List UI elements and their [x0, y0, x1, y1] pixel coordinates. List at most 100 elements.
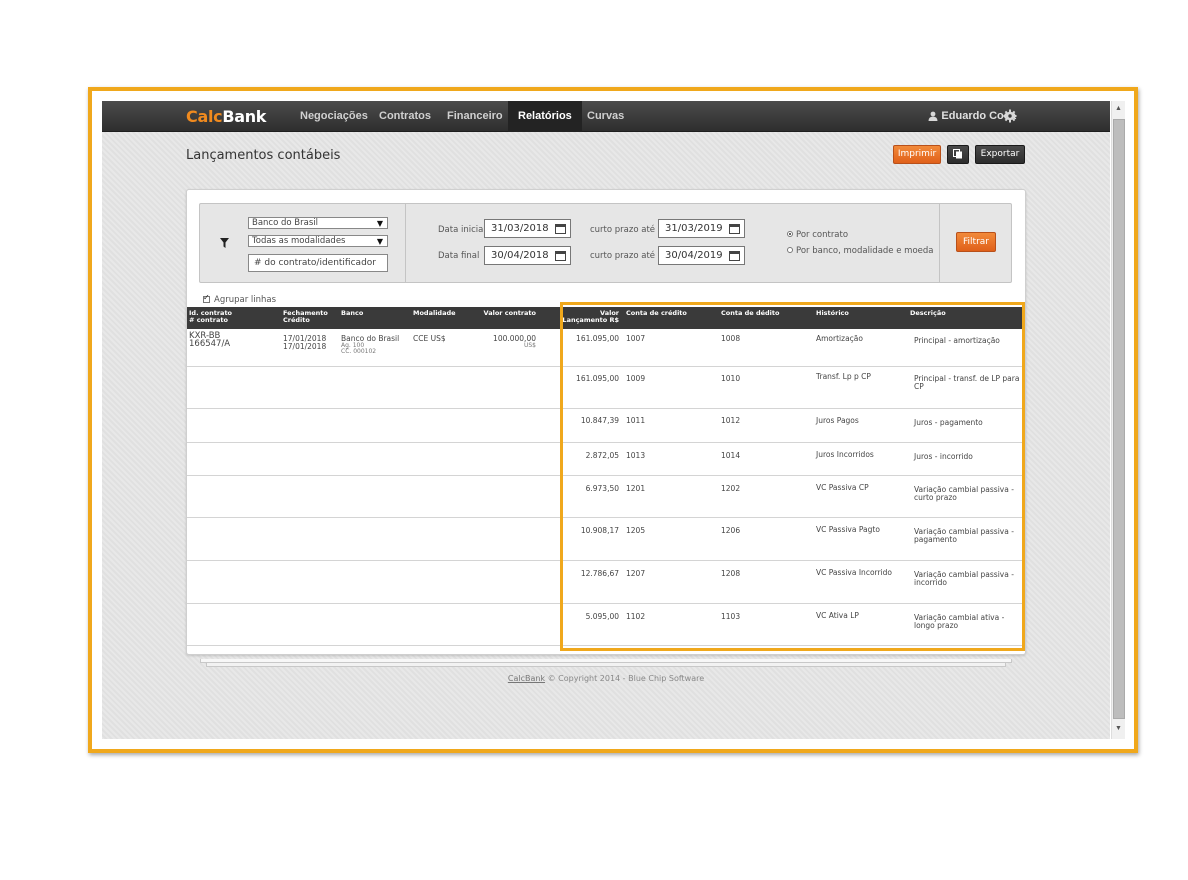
- short-term-label-1: curto prazo até: [590, 225, 656, 235]
- entry-credit-account: 1102: [626, 612, 646, 621]
- contract-account: CC. 000102: [341, 348, 377, 355]
- entry-debit-account: 1012: [721, 416, 741, 425]
- nav-curvas[interactable]: Curvas: [577, 101, 634, 132]
- entry-description: Variação cambial passiva - pagamento: [914, 527, 1014, 544]
- credit-date: 17/01/2018: [283, 342, 327, 351]
- table-row-divider: [187, 603, 1025, 604]
- end-date-label: Data final: [438, 251, 480, 261]
- th-entry-value[interactable]: Valor Lançamento R$: [557, 310, 619, 324]
- app-window: CalcBank Negociações Contratos Financeir…: [102, 101, 1110, 739]
- filter-button[interactable]: Filtrar: [956, 232, 996, 252]
- table-header: Id. contrato # contrato Fechamento Crédito…: [187, 307, 1025, 329]
- group-rows-label: Agrupar linhas: [214, 295, 277, 305]
- filter-funnel-icon: [220, 238, 229, 248]
- end-date-input[interactable]: 30/04/2018: [484, 246, 571, 265]
- nav-negociacoes[interactable]: Negociações: [290, 101, 378, 132]
- th-debit-account[interactable]: Conta de dédito: [721, 310, 779, 317]
- nav-financeiro[interactable]: Financeiro: [437, 101, 513, 132]
- nav-contratos[interactable]: Contratos: [369, 101, 441, 132]
- entry-credit-account: 1007: [626, 334, 646, 343]
- table-row-divider: [187, 408, 1025, 409]
- footer-link[interactable]: CalcBank: [508, 674, 545, 683]
- short-term-value-1: 31/03/2019: [665, 223, 723, 234]
- table-row-divider: [187, 442, 1025, 443]
- copy-button[interactable]: [947, 145, 969, 164]
- print-button[interactable]: Imprimir: [893, 145, 941, 164]
- entry-history: Juros Incorridos: [816, 450, 874, 459]
- group-rows-checkbox[interactable]: Agrupar linhas: [203, 293, 277, 305]
- gear-icon[interactable]: [1003, 109, 1017, 123]
- scroll-up-arrow-icon[interactable]: ▲: [1115, 105, 1122, 112]
- filter-panel: Banco do Brasil ▼ Todas as modalidades ▼…: [199, 203, 1012, 283]
- brand-logo[interactable]: CalcBank: [186, 107, 266, 126]
- end-date-value: 30/04/2018: [491, 250, 549, 261]
- th-credit-account[interactable]: Conta de crédito: [626, 310, 687, 317]
- entry-description: Principal - amortização: [914, 336, 1000, 345]
- entry-value: 12.786,67: [580, 569, 619, 578]
- calendar-icon[interactable]: [555, 251, 566, 261]
- bank-select[interactable]: Banco do Brasil ▼: [248, 217, 388, 229]
- entry-description: Juros - incorrido: [914, 452, 973, 461]
- entry-history: VC Ativa LP: [816, 611, 859, 620]
- table-row-divider: [187, 560, 1025, 561]
- paper-stack-bottom: [206, 663, 1006, 667]
- entry-value: 2.872,05: [585, 451, 619, 460]
- entry-debit-account: 1010: [721, 374, 741, 383]
- radio-by-bank-label: Por banco, modalidade e moeda: [796, 246, 934, 256]
- top-navbar: CalcBank Negociações Contratos Financeir…: [102, 101, 1110, 132]
- vertical-scrollbar[interactable]: ▲ ▼: [1111, 101, 1125, 739]
- entry-history: Juros Pagos: [816, 416, 859, 425]
- modality-select-arrow-icon: ▼: [376, 237, 383, 246]
- copy-icon: [953, 149, 962, 159]
- entry-debit-account: 1014: [721, 451, 741, 460]
- paper-stack-middle: [200, 659, 1012, 663]
- th-contract-value[interactable]: Valor contrato: [475, 310, 536, 317]
- entry-history: Amortização: [816, 334, 863, 343]
- contract-input[interactable]: # do contrato/identificador: [248, 254, 388, 272]
- table-row-divider: [187, 645, 1025, 646]
- th-contract-id[interactable]: Id. contrato # contrato: [189, 310, 232, 324]
- entry-history: VC Passiva CP: [816, 483, 869, 492]
- radio-by-bank[interactable]: Por banco, modalidade e moeda: [787, 246, 933, 256]
- th-closing[interactable]: Fechamento Crédito: [283, 310, 328, 324]
- short-term-value-2: 30/04/2019: [665, 250, 723, 261]
- th-modality[interactable]: Modalidade: [413, 310, 456, 317]
- entry-description: Variação cambial passiva - incorrido: [914, 570, 1014, 587]
- entry-description: Variação cambial passiva - curto prazo: [914, 485, 1014, 502]
- short-term-input-2[interactable]: 30/04/2019: [658, 246, 745, 265]
- bank-select-arrow-icon: ▼: [376, 219, 383, 228]
- entry-description: Variação cambial ativa - longo prazo: [914, 613, 1005, 630]
- footer: CalcBank © Copyright 2014 - Blue Chip So…: [102, 674, 1110, 683]
- entry-debit-account: 1208: [721, 569, 741, 578]
- table-row-divider: [187, 475, 1025, 476]
- nav-relatorios[interactable]: Relatórios: [508, 101, 582, 132]
- calendar-icon[interactable]: [729, 224, 740, 234]
- filter-divider-1: [405, 204, 406, 282]
- contract-modality: CCE US$: [413, 334, 446, 343]
- radio-checked-icon: [787, 231, 793, 237]
- th-description[interactable]: Descrição: [910, 310, 946, 317]
- user-icon: [928, 111, 938, 121]
- entry-value: 161.095,00: [576, 334, 619, 343]
- scroll-down-arrow-icon[interactable]: ▼: [1115, 725, 1122, 732]
- entry-value: 10.847,39: [580, 416, 619, 425]
- short-term-input-1[interactable]: 31/03/2019: [658, 219, 745, 238]
- start-date-label: Data inicial: [438, 225, 486, 235]
- contract-currency: US$: [523, 342, 536, 349]
- calendar-icon[interactable]: [555, 224, 566, 234]
- entry-description: Juros - pagamento: [914, 418, 983, 427]
- th-history[interactable]: Histórico: [816, 310, 849, 317]
- radio-by-contract[interactable]: Por contrato: [787, 230, 848, 240]
- modality-select[interactable]: Todas as modalidades ▼: [248, 235, 388, 247]
- calendar-icon[interactable]: [729, 251, 740, 261]
- bank-select-value: Banco do Brasil: [252, 218, 318, 228]
- scroll-thumb[interactable]: [1113, 119, 1125, 719]
- entry-value: 161.095,00: [576, 374, 619, 383]
- export-button[interactable]: Exportar: [975, 145, 1025, 164]
- start-date-input[interactable]: 31/03/2018: [484, 219, 571, 238]
- table-row-divider: [187, 366, 1025, 367]
- th-bank[interactable]: Banco: [341, 310, 363, 317]
- table-row-divider: [187, 517, 1025, 518]
- entry-debit-account: 1202: [721, 484, 741, 493]
- entry-debit-account: 1206: [721, 526, 741, 535]
